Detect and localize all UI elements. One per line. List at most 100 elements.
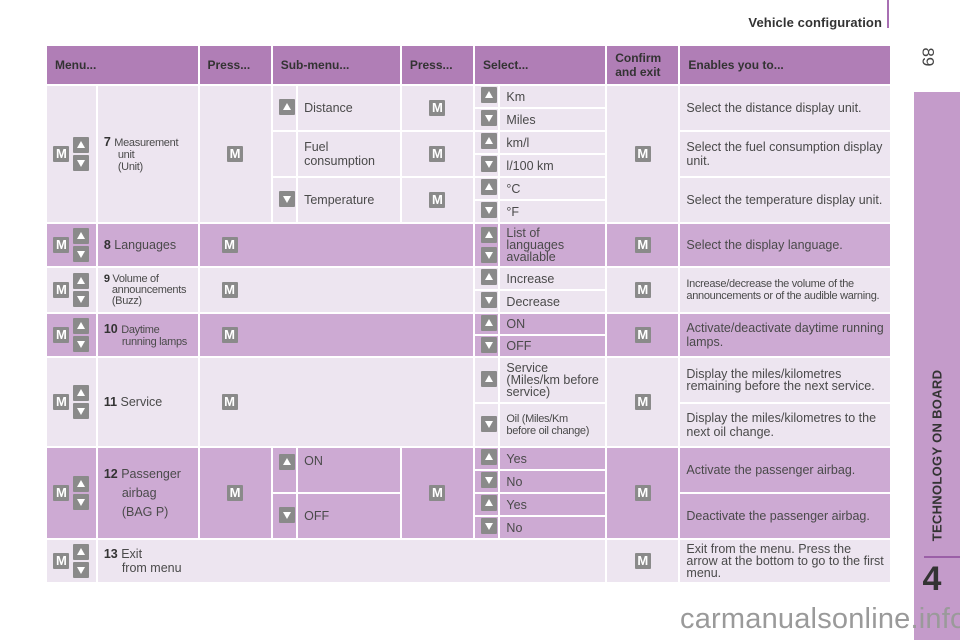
m-key-icon: M — [53, 553, 70, 569]
arrow-up-icon — [278, 454, 295, 470]
arrow-down-icon — [73, 336, 90, 352]
arrow-down-icon — [481, 110, 498, 126]
m-key-icon: M — [221, 394, 238, 410]
m-key-icon: M — [53, 394, 70, 410]
header-title: Vehicle configuration — [748, 15, 882, 30]
select-option: Service (Miles/km before service) — [500, 358, 606, 402]
m-key-icon: M — [429, 100, 446, 116]
table-row: M 12 Passenger airbag (BAG P) M ON M Yes M… — [47, 448, 890, 538]
menu-label: Exit — [121, 547, 143, 561]
m-key-icon: M — [429, 192, 446, 208]
select-option: No — [500, 471, 606, 492]
arrow-up-icon — [73, 273, 90, 289]
submenu-arrow-cell — [272, 132, 297, 176]
select-option: Yes — [500, 448, 606, 469]
chapter-label: TECHNOLOGY ON BOARD — [914, 360, 960, 550]
table-header-row: Menu... Press... Sub-menu... Press... Se… — [47, 46, 890, 84]
arrow-down-icon — [73, 246, 90, 262]
table-row: M 8 Languages M List of languages availa… — [47, 224, 890, 266]
submenu-label: OFF — [298, 494, 400, 538]
arrow-down-icon — [481, 336, 498, 353]
m-key-icon: M — [634, 394, 651, 410]
menu-label: Daytime — [121, 324, 160, 336]
column-header-press: Press... — [199, 46, 271, 84]
column-header-enables: Enables you to... — [680, 46, 890, 84]
submenu-press-cell: M — [401, 132, 474, 176]
enables-text: Select the distance display unit. — [680, 86, 890, 130]
arrow-down-icon — [481, 415, 498, 432]
enables-text: Select the fuel consumption display unit… — [680, 132, 890, 176]
arrow-down-icon — [73, 155, 90, 171]
enables-text: Activate/deactivate daytime running lamp… — [680, 314, 890, 356]
select-option: °C — [500, 178, 606, 199]
enables-text: Exit from the menu. Press the arrow at t… — [680, 540, 890, 582]
submenu-label: Distance — [298, 86, 400, 130]
enables-text: Deactivate the passenger airbag. — [680, 494, 890, 538]
menu-label-line3: (BAG P) — [121, 504, 169, 519]
submenu-label: Fuel consumption — [298, 132, 400, 176]
select-option: OFF — [500, 336, 606, 356]
arrow-down-icon — [481, 292, 498, 308]
arrow-up-icon — [481, 314, 498, 331]
enables-text: Select the temperature display unit. — [680, 178, 890, 222]
chapter-label-text: TECHNOLOGY ON BOARD — [929, 369, 945, 541]
arrow-up-icon — [481, 269, 498, 285]
menu-keys-cell: M — [47, 86, 96, 222]
table-row: M 13 Exit from menu M Exit from the menu.… — [47, 540, 890, 582]
m-key-icon: M — [221, 282, 238, 298]
m-key-icon: M — [634, 485, 651, 501]
arrow-up-icon — [481, 227, 498, 243]
menu-item: 13 Exit from menu — [97, 540, 606, 582]
select-option: km/l — [500, 132, 606, 153]
arrow-up-icon — [73, 476, 90, 492]
arrow-down-icon — [481, 202, 498, 218]
m-key-icon: M — [53, 282, 70, 298]
arrow-up-icon — [481, 133, 498, 149]
select-option: Miles — [500, 109, 606, 130]
header-divider — [887, 0, 889, 28]
enables-text: Display the miles/kilometres to the next… — [680, 404, 890, 446]
m-key-icon: M — [53, 237, 70, 253]
arrow-up-icon — [73, 137, 90, 153]
arrow-down-icon — [73, 403, 90, 419]
arrow-down-icon — [278, 506, 295, 523]
confirm-cell: M — [607, 86, 679, 222]
m-key-icon: M — [227, 146, 244, 162]
select-option: Yes — [500, 494, 606, 515]
chapter-number: 4 — [922, 560, 942, 598]
menu-label-line2: announcements — [111, 283, 187, 296]
submenu-press-cell: M — [401, 86, 474, 130]
select-option: °F — [500, 201, 606, 222]
m-key-icon: M — [53, 485, 70, 501]
menu-item: 11 Service — [97, 358, 198, 446]
menu-number: 13 — [103, 547, 118, 561]
column-header-press-2: Press... — [401, 46, 474, 84]
arrow-down-icon — [481, 472, 498, 488]
enables-text: Select the display language. — [680, 224, 890, 266]
select-option: Oil (Miles/Km before oil change) — [500, 404, 606, 446]
m-key-icon: M — [53, 327, 70, 343]
arrow-down-icon — [73, 494, 90, 510]
select-option: ON — [500, 314, 606, 334]
arrow-down-icon — [481, 247, 498, 263]
menu-label-line3: (Unit) — [117, 161, 143, 173]
arrow-up-icon — [481, 495, 498, 511]
submenu-press-cell: M — [401, 178, 474, 222]
menu-item: 9 Volume of announcements (Buzz) — [97, 268, 198, 312]
menu-label-line2: from menu — [121, 561, 182, 575]
menu-item: 8 Languages — [97, 224, 198, 266]
arrow-up-icon — [73, 318, 90, 334]
column-header-select: Select... — [475, 46, 606, 84]
column-header-menu: Menu... — [47, 46, 198, 84]
m-key-icon: M — [634, 553, 651, 569]
arrow-up-icon — [278, 98, 295, 115]
page-number: 89 — [918, 47, 938, 67]
submenu-label: Temperature — [298, 178, 400, 222]
enables-text: Increase/decrease the volume of the anno… — [680, 268, 890, 312]
menu-label-line3: (Buzz) — [111, 294, 142, 307]
arrow-down-icon — [73, 562, 90, 578]
select-option: No — [500, 517, 606, 538]
select-option: Km — [500, 86, 606, 107]
select-option: List of languages available — [500, 224, 606, 266]
submenu-label: ON — [298, 448, 400, 492]
